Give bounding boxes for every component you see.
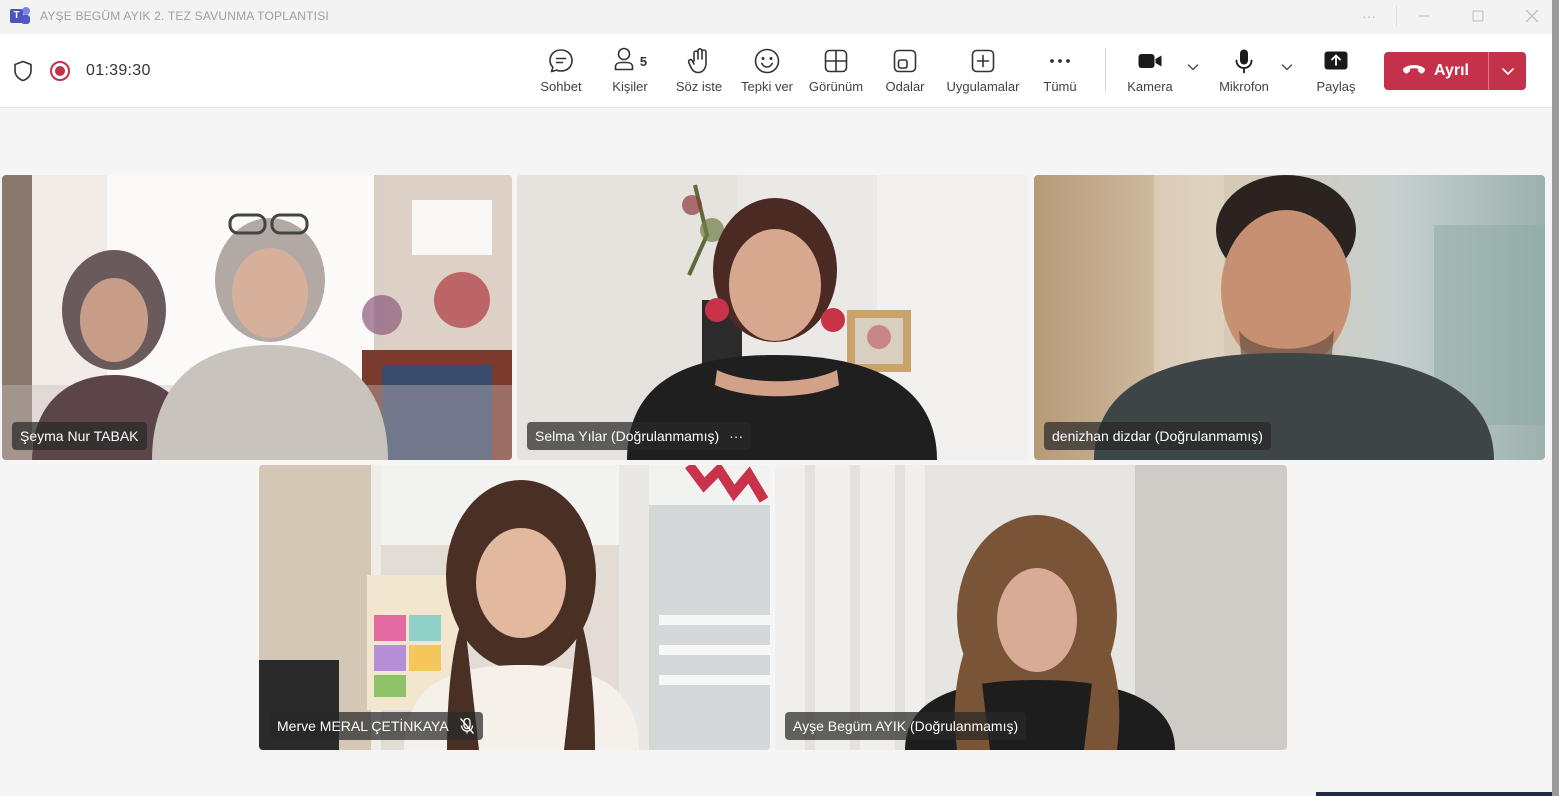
leave-label: Ayrıl: [1434, 62, 1469, 79]
hang-up-icon: [1402, 62, 1426, 81]
recording-icon: [50, 61, 70, 81]
raise-hand-button[interactable]: Söz iste: [674, 46, 724, 100]
people-count: 5: [639, 53, 648, 69]
participant-tile[interactable]: Merve MERAL ÇETİNKAYA: [259, 465, 770, 750]
teams-logo-icon: T: [10, 7, 30, 25]
participant-tile[interactable]: Selma Yılar (Doğrulanmamış) ···: [517, 175, 1028, 460]
participant-name: Ayşe Begüm AYIK (Doğrulanmamış): [793, 718, 1019, 734]
participant-name-tag: Merve MERAL ÇETİNKAYA: [269, 712, 483, 740]
share-button[interactable]: Paylaş: [1314, 46, 1358, 100]
participant-tile[interactable]: Ayşe Begüm AYIK (Doğrulanmamış): [775, 465, 1287, 750]
microphone-icon: [1230, 46, 1258, 76]
raise-hand-icon: [686, 46, 712, 76]
more-options-icon[interactable]: ···: [1342, 0, 1396, 32]
participant-name-tag: denizhan dizdar (Doğrulanmamış): [1044, 422, 1271, 450]
smiley-icon: [753, 46, 781, 76]
shield-icon[interactable]: [13, 60, 33, 82]
rooms-icon: [891, 46, 919, 76]
toolbar-divider: [1105, 48, 1106, 92]
people-icon: [613, 46, 637, 77]
leave-button[interactable]: Ayrıl: [1384, 52, 1526, 90]
camera-button[interactable]: Kamera: [1124, 46, 1176, 100]
leave-options-chevron-icon[interactable]: [1489, 63, 1526, 79]
meeting-timer: 01:39:30: [86, 62, 151, 79]
participant-video: [259, 465, 770, 750]
more-button[interactable]: Tümü: [1040, 46, 1080, 100]
share-screen-icon: [1322, 46, 1350, 76]
participant-name: Şeyma Nur TABAK: [20, 428, 139, 444]
window-titlebar: T AYŞE BEGÜM AYIK 2. TEZ SAVUNMA TOPLANT…: [0, 0, 1559, 32]
camera-options-chevron-icon[interactable]: [1186, 60, 1200, 79]
participant-name-tag: Selma Yılar (Doğrulanmamış) ···: [527, 422, 752, 450]
camera-icon: [1136, 46, 1164, 76]
participant-video: [775, 465, 1287, 750]
view-button[interactable]: Görünüm: [808, 46, 864, 100]
chat-button[interactable]: Sohbet: [538, 46, 584, 100]
people-button[interactable]: 5 Kişiler: [608, 46, 652, 100]
leave-main[interactable]: Ayrıl: [1384, 52, 1488, 90]
meeting-toolbar: 01:39:30 Sohbet 5 Kişiler Söz iste Tepki…: [0, 34, 1552, 108]
participant-name: Merve MERAL ÇETİNKAYA: [277, 718, 449, 734]
microphone-options-chevron-icon[interactable]: [1280, 60, 1294, 79]
participant-video: [2, 175, 512, 460]
participant-name: denizhan dizdar (Doğrulanmamış): [1052, 428, 1263, 444]
taskbar-fragment: [1316, 792, 1552, 796]
apps-button[interactable]: Uygulamalar: [944, 46, 1022, 100]
participant-tile[interactable]: Şeyma Nur TABAK: [2, 175, 512, 460]
react-button[interactable]: Tepki ver: [740, 46, 794, 100]
add-app-icon: [969, 46, 997, 76]
maximize-icon[interactable]: [1451, 0, 1505, 32]
microphone-button[interactable]: Mikrofon: [1214, 46, 1274, 100]
video-stage: Şeyma Nur TABAK Selma Yılar (Doğrulanmam…: [0, 109, 1552, 796]
more-dots-icon: [1046, 46, 1074, 76]
minimize-icon[interactable]: [1397, 0, 1451, 32]
participant-more-icon[interactable]: ···: [729, 428, 743, 444]
mic-muted-icon: [459, 717, 475, 735]
window-title: AYŞE BEGÜM AYIK 2. TEZ SAVUNMA TOPLANTIS…: [40, 9, 329, 23]
participant-name: Selma Yılar (Doğrulanmamış): [535, 428, 720, 444]
chat-icon: [547, 46, 575, 76]
close-icon[interactable]: [1505, 0, 1559, 32]
participant-video: [1034, 175, 1545, 460]
view-grid-icon: [822, 46, 850, 76]
participant-name-tag: Ayşe Begüm AYIK (Doğrulanmamış): [785, 712, 1027, 740]
participant-video: [517, 175, 1028, 460]
window-edge: [1552, 0, 1559, 796]
participant-name-tag: Şeyma Nur TABAK: [12, 422, 147, 450]
participant-tile[interactable]: denizhan dizdar (Doğrulanmamış): [1034, 175, 1545, 460]
rooms-button[interactable]: Odalar: [882, 46, 928, 100]
